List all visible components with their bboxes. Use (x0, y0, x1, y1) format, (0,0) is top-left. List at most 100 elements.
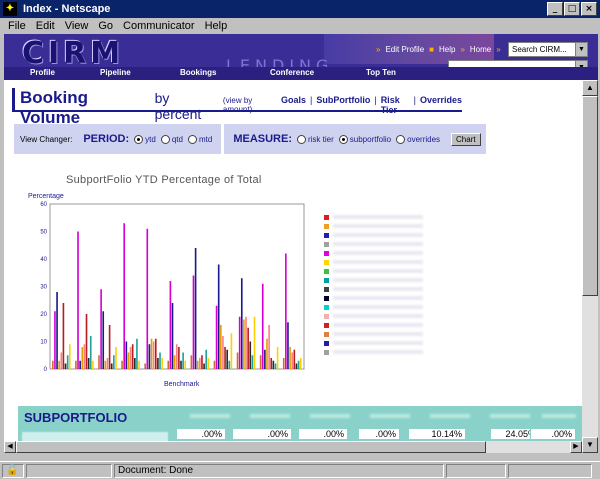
y-tick-label: 20 (40, 312, 47, 318)
search-select[interactable]: Search CIRM... ▼ (508, 42, 588, 57)
maximize-button[interactable]: □ (564, 2, 580, 16)
tab-pipeline[interactable]: Pipeline (100, 68, 131, 77)
chart-bar (226, 349, 228, 369)
vertical-scrollbar[interactable]: ▲ ▼ (582, 80, 598, 453)
page-header: Booking Volume by percent (view by amoun… (12, 88, 462, 127)
section-title: SUBPORTFOLIO (24, 410, 128, 425)
connection-status (26, 463, 112, 478)
legend-swatch (324, 331, 329, 337)
help-link[interactable]: Help (439, 45, 455, 54)
chart-bar (245, 316, 247, 369)
goals-link[interactable]: Goals (281, 95, 306, 115)
edit-profile-link[interactable]: Edit Profile (385, 45, 424, 54)
measure-option-risk-tier[interactable]: risk tier (296, 134, 334, 144)
radio-mtd[interactable] (187, 134, 197, 144)
cirm-logo[interactable]: CIRM (22, 36, 124, 71)
chart-button[interactable]: Chart (451, 132, 481, 146)
period-option-mtd[interactable]: mtd (187, 134, 212, 144)
menu-bar: File Edit View Go Communicator Help (0, 18, 600, 34)
chart-bar (293, 349, 296, 369)
menu-file[interactable]: File (8, 20, 26, 32)
chart-bar (230, 333, 233, 369)
measure-option-subportfolio[interactable]: subportfolio (338, 134, 391, 144)
measure-option-overrides[interactable]: overrides (396, 134, 441, 144)
chart-bar (220, 325, 222, 369)
divider (221, 124, 225, 154)
chart-bar (152, 341, 155, 369)
legend-item (324, 213, 423, 221)
chart-bar (190, 355, 193, 369)
view-by-amount-link[interactable]: (view by amount) (223, 96, 281, 114)
chart-bar (276, 347, 279, 369)
chart-bar (62, 303, 65, 369)
chart-title: SubportFolio YTD Percentage of Total (66, 174, 262, 186)
chart-bar (274, 363, 277, 369)
chart-legend (324, 213, 423, 357)
risk-tier-link[interactable]: Risk Tier (381, 95, 410, 115)
scroll-right-button[interactable]: ▶ (570, 441, 582, 453)
legend-label (333, 332, 423, 336)
separator: | (374, 95, 377, 105)
chart-bar (129, 347, 132, 369)
chart-bar (146, 228, 149, 369)
chart-bar (150, 338, 153, 369)
menu-edit[interactable]: Edit (36, 20, 55, 32)
home-link[interactable]: Home (470, 45, 491, 54)
radio-ytd[interactable] (134, 134, 144, 144)
horizontal-scrollbar[interactable]: ◀ ▶ (4, 441, 582, 453)
vertical-scroll-thumb[interactable] (582, 96, 598, 296)
chart-bar (106, 358, 109, 369)
scroll-left-button[interactable]: ◀ (4, 441, 16, 453)
table-cell: .00% (530, 428, 576, 440)
chart-bar (89, 336, 92, 369)
chart-bar (238, 316, 241, 369)
security-lock-icon[interactable]: 🔓 (2, 463, 24, 478)
chart-bar (64, 363, 67, 369)
chart-bar (92, 360, 94, 369)
legend-item (324, 222, 423, 230)
tab-profile[interactable]: Profile (30, 68, 55, 77)
chart-bar (136, 338, 138, 369)
y-tick-label: 0 (44, 367, 48, 373)
tab-top-ten[interactable]: Top Ten (366, 68, 396, 77)
radio-overrides[interactable] (396, 134, 406, 144)
menu-go[interactable]: Go (98, 20, 113, 32)
legend-item (324, 303, 423, 311)
radio-label-risk-tier: risk tier (307, 134, 334, 144)
chart-bar (251, 355, 254, 369)
scroll-up-button[interactable]: ▲ (582, 80, 598, 96)
horizontal-scroll-thumb[interactable] (16, 441, 486, 453)
menu-communicator[interactable]: Communicator (123, 20, 195, 32)
chart-bar (77, 231, 79, 369)
chart-bar (175, 344, 178, 369)
tab-bookings[interactable]: Bookings (180, 68, 216, 77)
menu-view[interactable]: View (65, 20, 89, 32)
bar-chart: Percentage Benchmark 0 10 20 30 40 50 60 (28, 193, 305, 388)
close-button[interactable]: × (581, 2, 597, 16)
period-option-qtd[interactable]: qtd (160, 134, 183, 144)
period-option-ytd[interactable]: ytd (134, 134, 156, 144)
legend-label (333, 233, 423, 237)
radio-risk-tier[interactable] (296, 134, 306, 144)
legend-label (333, 296, 423, 300)
chart-bar (243, 319, 245, 369)
scroll-down-button[interactable]: ▼ (582, 437, 598, 453)
overrides-link[interactable]: Overrides (420, 95, 462, 115)
radio-subportfolio[interactable] (338, 134, 348, 144)
tab-conference[interactable]: Conference (270, 68, 314, 77)
chart-bar (282, 358, 285, 369)
chart-bar (247, 327, 249, 369)
menu-help[interactable]: Help (205, 20, 228, 32)
radio-qtd[interactable] (160, 134, 170, 144)
radio-label-overrides: overrides (407, 134, 441, 144)
chart-bar (261, 283, 264, 369)
legend-swatch (324, 277, 329, 283)
chart-bar (228, 360, 231, 369)
chart-bar (123, 223, 126, 369)
bullet-icon: ■ (429, 45, 434, 54)
chart-bar (100, 289, 102, 369)
subportfolio-link[interactable]: SubPortfolio (316, 95, 370, 115)
chart-bar (104, 360, 107, 369)
component-bar[interactable] (508, 463, 592, 478)
minimize-button[interactable]: _ (547, 2, 563, 16)
